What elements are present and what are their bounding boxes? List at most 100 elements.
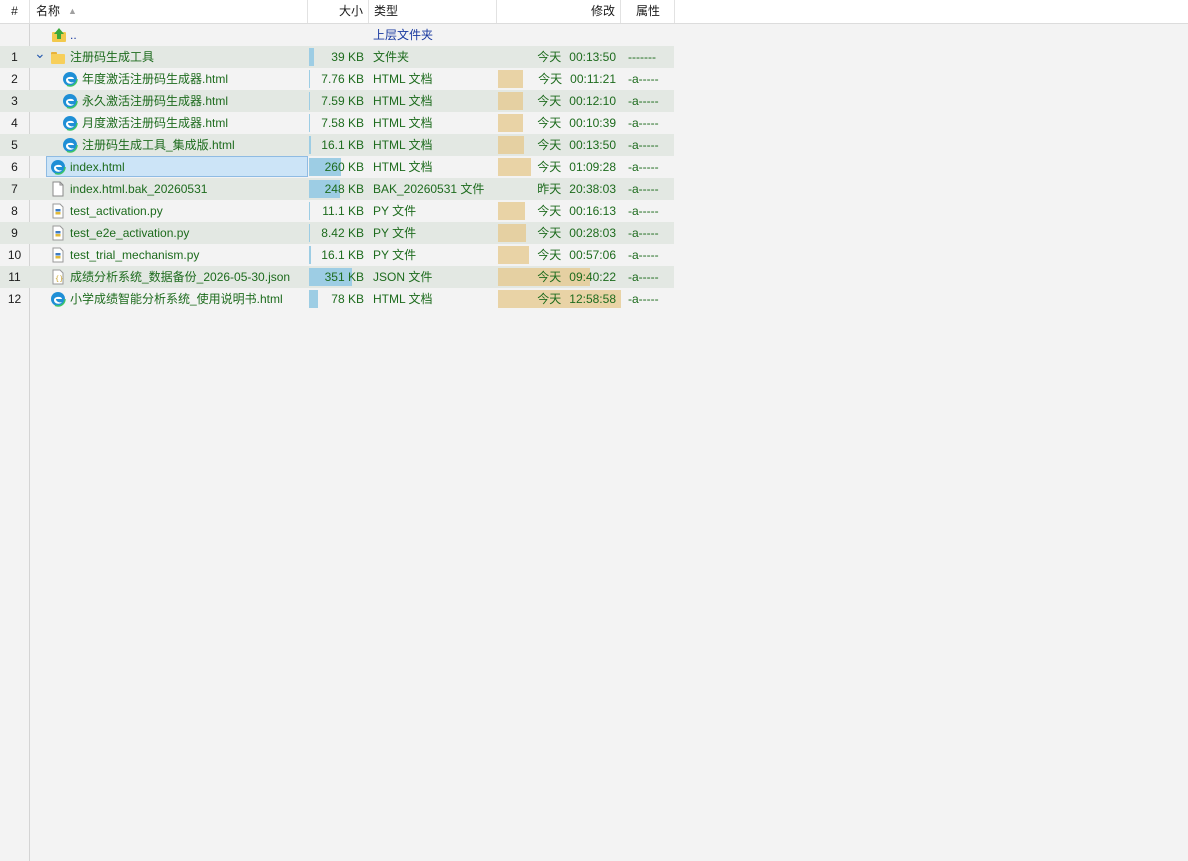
file-name[interactable]: 成绩分析系统_数据备份_2026-05-30.json (70, 266, 290, 288)
modified-time: 09:40:22 (569, 270, 616, 284)
file-attributes: -a----- (628, 94, 659, 108)
modified-text: 今天 00:12:10 (537, 90, 616, 112)
name-cell: test_trial_mechanism.py (30, 244, 308, 266)
name-cell: index.html (30, 156, 308, 178)
file-row[interactable]: 11 {} 成绩分析系统_数据备份_2026-05-30.json 351 KB JSO… (0, 266, 1188, 288)
col-header-name[interactable]: 名称 ▲ (30, 0, 308, 23)
col-header-modified[interactable]: 修改 (498, 0, 621, 23)
file-type: HTML 文档 (373, 94, 433, 108)
name-cell: ⌄ 注册码生成工具 (30, 46, 308, 68)
name-cell: 年度激活注册码生成器.html (30, 68, 308, 90)
size-bar (309, 48, 314, 66)
file-name[interactable]: test_e2e_activation.py (70, 222, 189, 244)
file-name[interactable]: test_activation.py (70, 200, 163, 222)
file-row[interactable]: 10 test_trial_mechanism.py 16.1 KB PY 文件 今天 0… (0, 244, 1188, 266)
size-cell: 16.1 KB (309, 244, 369, 266)
modified-text: 昨天 20:38:03 (537, 178, 616, 200)
file-row[interactable]: 2 年度激活注册码生成器.html 7.76 KB HTML 文档 今天 00:11:21… (0, 68, 1188, 90)
file-size: 7.59 KB (321, 94, 364, 108)
file-attributes: -a----- (628, 248, 659, 262)
modified-bar (498, 158, 531, 176)
file-type: HTML 文档 (373, 160, 433, 174)
name-cell: 月度激活注册码生成器.html (30, 112, 308, 134)
python-file-icon (52, 203, 64, 219)
svg-text:{}: {} (55, 275, 63, 283)
file-name[interactable]: 小学成绩智能分析系统_使用说明书.html (70, 288, 283, 310)
file-attributes: -a----- (628, 72, 659, 86)
col-header-name-label: 名称 (36, 4, 61, 18)
modified-cell: 今天 12:58:58 (498, 288, 621, 310)
file-size: 248 KB (324, 182, 364, 196)
modified-cell: 昨天 20:38:03 (498, 178, 621, 200)
modified-day: 今天 (537, 138, 562, 152)
expand-chevron-icon[interactable]: ⌄ (34, 46, 46, 64)
modified-bar (498, 70, 523, 88)
file-type: 文件夹 (373, 50, 410, 64)
modified-cell: 今天 00:16:13 (498, 200, 621, 222)
file-size: 16.1 KB (321, 138, 364, 152)
size-cell: 351 KB (309, 266, 369, 288)
file-name[interactable]: test_trial_mechanism.py (70, 244, 199, 266)
file-row[interactable]: 6 index.html 260 KB HTML 文档 今天 01:09:28 -a----… (0, 156, 1188, 178)
file-attributes: ------- (628, 50, 656, 64)
col-header-size[interactable]: 大小 (309, 0, 369, 23)
file-name[interactable]: 月度激活注册码生成器.html (82, 112, 228, 134)
parent-folder-link[interactable]: .. (70, 24, 77, 46)
modified-time: 00:16:13 (569, 204, 616, 218)
modified-cell: 今天 00:13:50 (498, 134, 621, 156)
modified-text: 今天 00:13:50 (537, 46, 616, 68)
file-name[interactable]: 注册码生成工具_集成版.html (82, 134, 235, 156)
modified-day: 今天 (537, 226, 562, 240)
size-cell: 78 KB (309, 288, 369, 310)
modified-time: 12:58:58 (569, 292, 616, 306)
size-cell: 11.1 KB (309, 200, 369, 222)
file-row[interactable]: 3 永久激活注册码生成器.html 7.59 KB HTML 文档 今天 00:12:10… (0, 90, 1188, 112)
size-cell: 8.42 KB (309, 222, 369, 244)
file-name[interactable]: 永久激活注册码生成器.html (82, 90, 228, 112)
file-row[interactable]: 9 test_e2e_activation.py 8.42 KB PY 文件 今天 00:… (0, 222, 1188, 244)
file-row[interactable]: 5 注册码生成工具_集成版.html 16.1 KB HTML 文档 今天 00:13:5… (0, 134, 1188, 156)
file-row[interactable]: 4 月度激活注册码生成器.html 7.58 KB HTML 文档 今天 00:10:39… (0, 112, 1188, 134)
python-file-icon (52, 225, 64, 241)
file-type: HTML 文档 (373, 292, 433, 306)
file-type: HTML 文档 (373, 116, 433, 130)
row-number: 5 (11, 138, 18, 152)
col-header-num[interactable]: # (0, 0, 30, 23)
modified-text: 今天 00:10:39 (537, 112, 616, 134)
modified-text: 今天 00:28:03 (537, 222, 616, 244)
modified-cell: 今天 00:57:06 (498, 244, 621, 266)
file-row[interactable]: 7 index.html.bak_20260531 248 KB BAK_202605… (0, 178, 1188, 200)
file-row[interactable]: 1 ⌄ 注册码生成工具 39 KB 文件夹 今天 00:13:50 ------- (0, 46, 1188, 68)
file-name[interactable]: index.html.bak_20260531 (70, 178, 207, 200)
modified-day: 昨天 (537, 182, 562, 196)
file-name[interactable]: 年度激活注册码生成器.html (82, 68, 228, 90)
modified-bar (498, 246, 529, 264)
modified-time: 00:11:21 (570, 72, 616, 86)
sort-ascending-icon: ▲ (68, 6, 77, 16)
file-name[interactable]: 注册码生成工具 (70, 46, 154, 68)
file-attributes: -a----- (628, 292, 659, 306)
file-row[interactable]: 12 小学成绩智能分析系统_使用说明书.html 78 KB HTML 文档 今天 12:… (0, 288, 1188, 310)
modified-text: 今天 00:16:13 (537, 200, 616, 222)
file-row[interactable]: 8 test_activation.py 11.1 KB PY 文件 今天 00:16:1… (0, 200, 1188, 222)
modified-cell: 今天 00:10:39 (498, 112, 621, 134)
file-size: 39 KB (331, 50, 364, 64)
modified-day: 今天 (537, 160, 562, 174)
parent-name-cell: .. (30, 24, 308, 46)
modified-bar (498, 114, 523, 132)
file-size: 260 KB (324, 160, 364, 174)
edge-icon (62, 93, 78, 109)
col-header-type[interactable]: 类型 (370, 0, 497, 23)
modified-cell: 今天 01:09:28 (498, 156, 621, 178)
col-header-attrs[interactable]: 属性 (622, 0, 675, 23)
modified-day: 今天 (537, 94, 562, 108)
size-cell: 260 KB (309, 156, 369, 178)
parent-folder-row[interactable]: .. 上层文件夹 (0, 24, 1188, 46)
modified-bar (498, 224, 526, 242)
size-bar (309, 70, 310, 88)
size-bar (309, 92, 310, 110)
modified-time: 01:09:28 (569, 160, 616, 174)
file-size: 11.1 KB (322, 204, 364, 218)
file-name[interactable]: index.html (70, 156, 125, 178)
modified-cell: 今天 09:40:22 (498, 266, 621, 288)
